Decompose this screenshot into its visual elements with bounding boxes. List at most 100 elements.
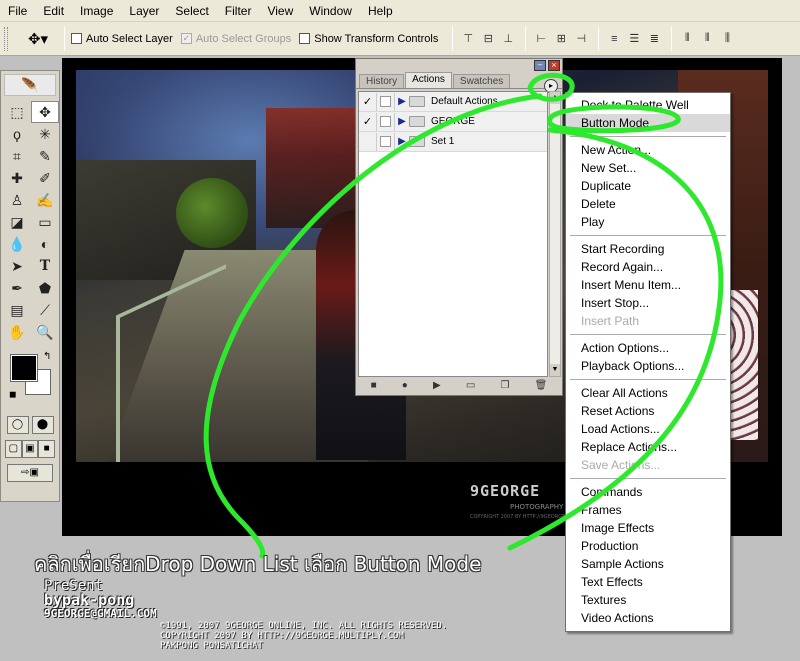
close-icon[interactable]: × (548, 60, 560, 71)
toggle-item-checkbox[interactable] (359, 132, 377, 151)
menu-item-action-options[interactable]: Action Options... (566, 339, 730, 357)
menu-image[interactable]: Image (72, 4, 121, 18)
palette-scrollbar[interactable]: ▲ ▼ (549, 91, 561, 377)
clone-stamp-tool-icon[interactable]: ♙ (3, 189, 31, 211)
menu-layer[interactable]: Layer (121, 4, 167, 18)
align-hcenter-icon[interactable]: ⊞ (552, 30, 570, 48)
options-grip[interactable] (4, 26, 8, 51)
pen-tool-icon[interactable]: ✒ (3, 277, 31, 299)
menu-item-production[interactable]: Production (566, 537, 730, 555)
marquee-tool-icon[interactable]: ⬚ (3, 101, 31, 123)
move-tool-preset-icon[interactable]: ✥▾ (18, 26, 58, 52)
menu-item-load-actions[interactable]: Load Actions... (566, 420, 730, 438)
healing-brush-tool-icon[interactable]: ✚ (3, 167, 31, 189)
toggle-item-checkbox[interactable]: ✓ (359, 92, 377, 111)
toggle-dialog-checkbox[interactable] (377, 92, 395, 111)
auto-select-layer-checkbox[interactable]: Auto Select Layer (71, 33, 173, 45)
fullscreen-icon[interactable]: ■ (38, 440, 56, 458)
slice-tool-icon[interactable]: ✎ (31, 145, 59, 167)
menu-item-reset-actions[interactable]: Reset Actions (566, 402, 730, 420)
standard-screen-icon[interactable]: ▢ (5, 440, 22, 458)
distribute-left-icon[interactable]: ⫴ (678, 30, 696, 48)
feather-icon[interactable]: 🪶 (4, 74, 56, 96)
align-top-icon[interactable]: ⊤ (459, 30, 477, 48)
menu-item-commands[interactable]: Commands (566, 483, 730, 501)
tab-actions[interactable]: Actions (405, 72, 452, 88)
menu-item-new-action[interactable]: New Action... (566, 141, 730, 159)
action-set-row[interactable]: ✓ ▶ Default Actions (359, 92, 547, 112)
expand-triangle-icon[interactable]: ▶ (395, 136, 409, 147)
distribute-right-icon[interactable]: ⫼ (718, 30, 736, 48)
hand-tool-icon[interactable]: ✋ (3, 321, 31, 343)
menu-item-insert-menu-item[interactable]: Insert Menu Item... (566, 276, 730, 294)
toggle-dialog-checkbox[interactable] (377, 112, 395, 131)
align-bottom-icon[interactable]: ⊥ (499, 30, 517, 48)
menu-item-start-recording[interactable]: Start Recording (566, 240, 730, 258)
distribute-top-icon[interactable]: ≡ (605, 30, 623, 48)
move-tool-icon[interactable]: ✥ (31, 101, 59, 123)
auto-select-groups-checkbox[interactable]: ✓ Auto Select Groups (180, 33, 291, 45)
eyedropper-tool-icon[interactable]: ⟋ (31, 299, 59, 321)
brush-tool-icon[interactable]: ✐ (31, 167, 59, 189)
zoom-tool-icon[interactable]: 🔍 (31, 321, 59, 343)
menu-item-frames[interactable]: Frames (566, 501, 730, 519)
magic-wand-tool-icon[interactable]: ✳ (31, 123, 59, 145)
menu-item-dock-to-palette-well[interactable]: Dock to Palette Well (566, 96, 730, 114)
align-vcenter-icon[interactable]: ⊟ (479, 30, 497, 48)
scroll-down-icon[interactable]: ▼ (550, 364, 560, 376)
menu-item-record-again[interactable]: Record Again... (566, 258, 730, 276)
palette-titlebar[interactable]: – × (356, 59, 562, 73)
path-selection-tool-icon[interactable]: ➤ (3, 255, 31, 277)
menu-item-delete[interactable]: Delete (566, 195, 730, 213)
menu-item-insert-stop[interactable]: Insert Stop... (566, 294, 730, 312)
menu-item-sample-actions[interactable]: Sample Actions (566, 555, 730, 573)
new-set-icon[interactable]: ▭ (466, 380, 475, 391)
eraser-tool-icon[interactable]: ◪ (3, 211, 31, 233)
play-icon[interactable]: ▶ (433, 380, 441, 391)
menu-window[interactable]: Window (301, 4, 360, 18)
dodge-tool-icon[interactable]: ◐ (31, 233, 59, 255)
menu-item-image-effects[interactable]: Image Effects (566, 519, 730, 537)
menu-item-replace-actions[interactable]: Replace Actions... (566, 438, 730, 456)
expand-triangle-icon[interactable]: ▶ (395, 116, 409, 127)
action-set-row[interactable]: ▶ Set 1 (359, 132, 547, 152)
action-set-row[interactable]: ✓ ▶ GEORGE (359, 112, 547, 132)
foreground-color-swatch[interactable] (10, 354, 38, 382)
crop-tool-icon[interactable]: ⌗ (3, 145, 31, 167)
fullscreen-menu-icon[interactable]: ▣ (21, 440, 39, 458)
menu-help[interactable]: Help (360, 4, 401, 18)
trash-icon[interactable]: 🗑 (535, 380, 548, 391)
new-action-icon[interactable]: ❐ (501, 380, 510, 391)
lasso-tool-icon[interactable]: ϙ (3, 123, 31, 145)
menu-item-text-effects[interactable]: Text Effects (566, 573, 730, 591)
stop-icon[interactable]: ■ (371, 380, 377, 391)
menu-filter[interactable]: Filter (217, 4, 260, 18)
show-transform-controls-checkbox[interactable]: Show Transform Controls (299, 33, 438, 45)
menu-item-video-actions[interactable]: Video Actions (566, 609, 730, 627)
menu-file[interactable]: File (0, 4, 35, 18)
blur-tool-icon[interactable]: 💧 (3, 233, 31, 255)
minimize-icon[interactable]: – (534, 60, 546, 71)
menu-edit[interactable]: Edit (35, 4, 72, 18)
tab-history[interactable]: History (359, 74, 405, 88)
notes-tool-icon[interactable]: ▤ (3, 299, 31, 321)
menu-item-textures[interactable]: Textures (566, 591, 730, 609)
jump-to-imageready-icon[interactable]: ⇨▣ (7, 464, 53, 482)
menu-item-new-set[interactable]: New Set... (566, 159, 730, 177)
gradient-tool-icon[interactable]: ▭ (31, 211, 59, 233)
menu-item-duplicate[interactable]: Duplicate (566, 177, 730, 195)
distribute-bottom-icon[interactable]: ≣ (645, 30, 663, 48)
menu-item-playback-options[interactable]: Playback Options... (566, 357, 730, 375)
expand-triangle-icon[interactable]: ▶ (395, 96, 409, 107)
menu-item-button-mode[interactable]: Button Mode (566, 114, 730, 132)
align-right-icon[interactable]: ⊣ (572, 30, 590, 48)
type-tool-icon[interactable]: T (31, 255, 59, 277)
distribute-vcenter-icon[interactable]: ☰ (625, 30, 643, 48)
shape-tool-icon[interactable]: ⬟ (31, 277, 59, 299)
menu-select[interactable]: Select (167, 4, 216, 18)
toggle-dialog-checkbox[interactable] (377, 132, 395, 151)
menu-item-play[interactable]: Play (566, 213, 730, 231)
record-icon[interactable]: ● (402, 380, 408, 391)
tab-swatches[interactable]: Swatches (452, 74, 511, 88)
distribute-hcenter-icon[interactable]: ⦀ (698, 30, 716, 48)
